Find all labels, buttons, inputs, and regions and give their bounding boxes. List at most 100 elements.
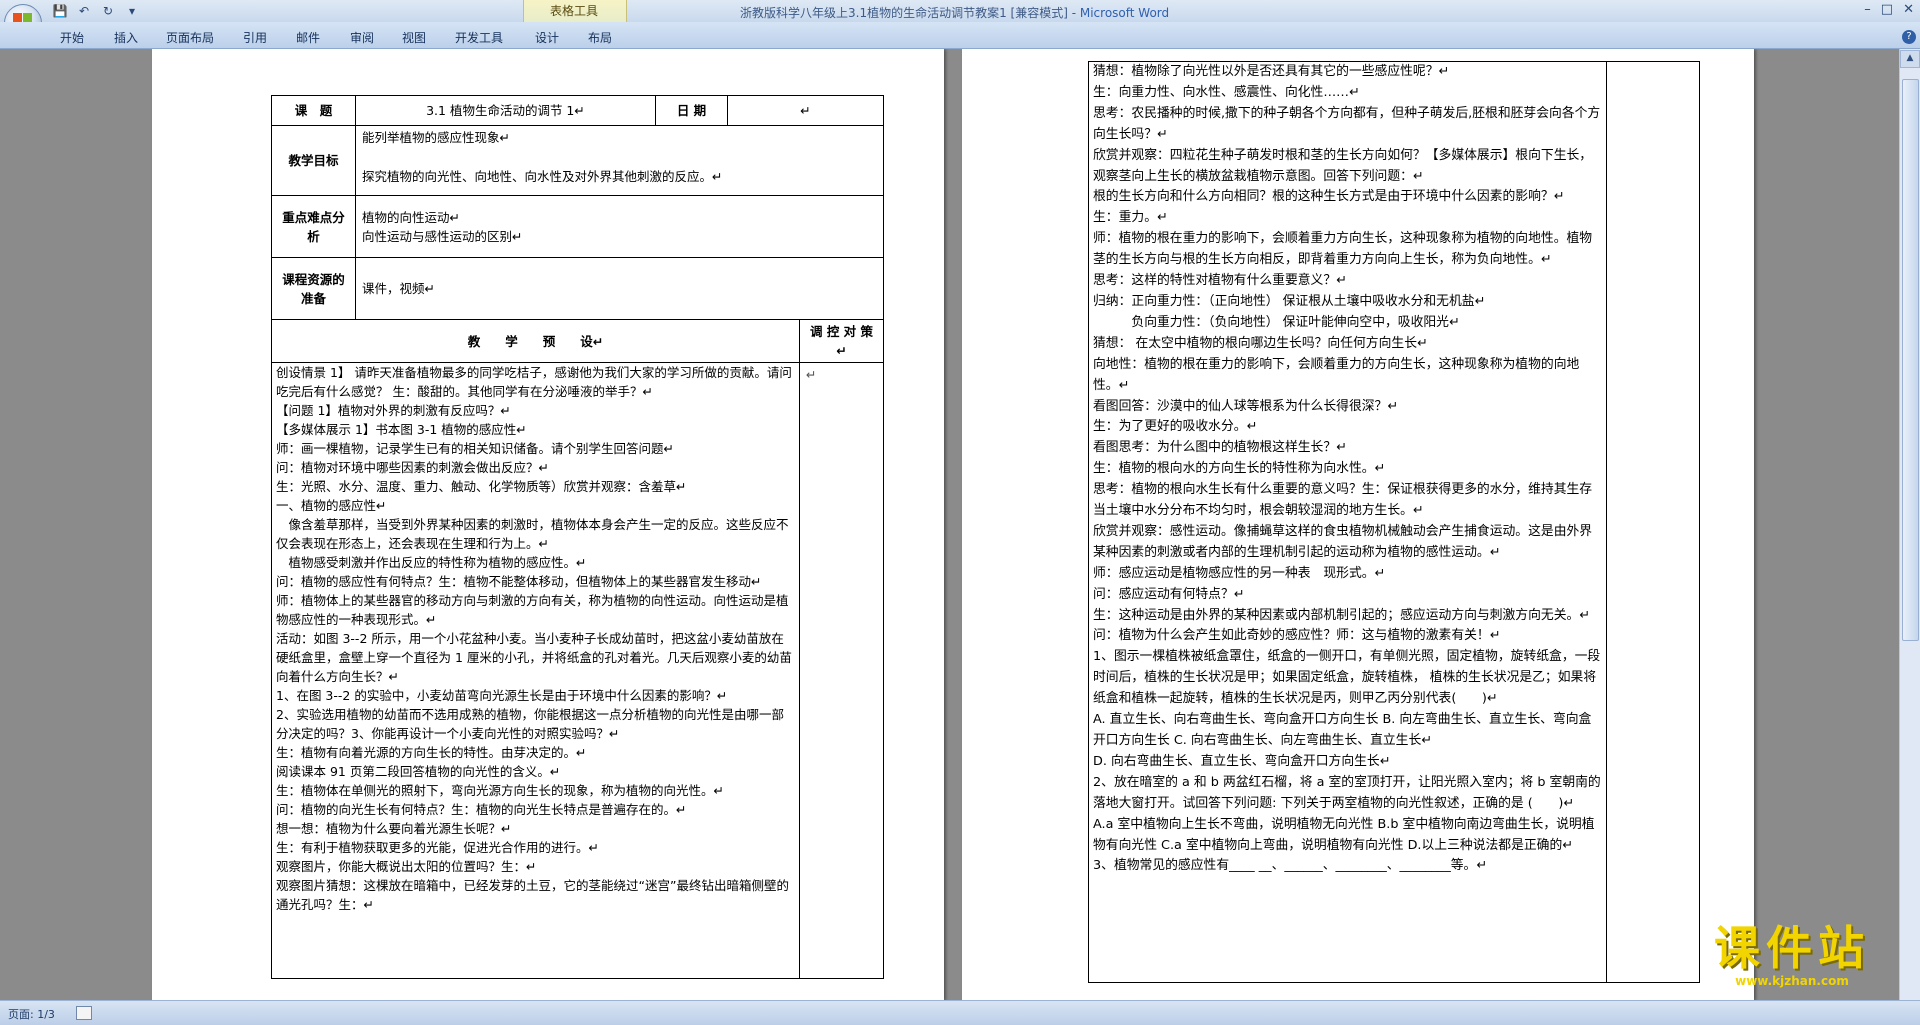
focus-line: 植物的向性运动↵ — [362, 209, 460, 225]
body-paragraph: 活动：如图 3--2 所示，用一个小花盆种小麦。当小麦种子长成幼苗时，把这盆小麦… — [276, 631, 792, 684]
scroll-up-icon[interactable]: ▲ — [1900, 50, 1920, 68]
proofing-icon[interactable] — [76, 1006, 92, 1020]
control-strategy-header: 调 控 对 策↵ — [798, 319, 885, 363]
date-label: 日 期 — [655, 95, 728, 126]
body-paragraph: 猜想： 在太空中植物的根向哪边生长吗？向任何方向生长↵ — [1093, 335, 1428, 351]
focus-cell[interactable]: 植物的向性运动↵ 向性运动与感性运动的区别↵ — [354, 195, 885, 258]
body-paragraph: 思考：这样的特性对植物有什么重要意义？↵ — [1093, 273, 1347, 289]
tab-review[interactable]: 审阅 — [350, 29, 374, 46]
customize-toolbar-icon[interactable]: ▾ — [124, 3, 140, 19]
table-tools-label: 表格工具 — [549, 4, 598, 18]
tab-home[interactable]: 开始 — [60, 29, 84, 46]
body-paragraph: 植物感受刺激并作出反应的特性称为植物的感应性。↵ — [276, 555, 587, 570]
body-paragraph: 欣赏并观察：四粒花生种子萌发时根和茎的生长方向如何？【多媒体展示】根向下生长，观… — [1093, 147, 1593, 184]
scrollbar-thumb[interactable] — [1902, 79, 1919, 641]
save-icon[interactable]: 💾 — [52, 3, 68, 19]
goals-label: 教学目标 — [271, 125, 356, 196]
site-watermark: 课件站 www.kjzhan.com — [1672, 922, 1912, 988]
body-paragraph: 师：画一棵植物，记录学生已有的相关知识储备。请个别学生回答问题↵ — [276, 441, 674, 456]
body-paragraph: 1、图示一棵植株被纸盒罩住，纸盒的一侧开口，有单侧光照，固定植物，旋转纸盒，一段… — [1093, 649, 1601, 707]
goals-cell[interactable]: 能列举植物的感应性现象↵ 探究植物的向光性、向地性、向水性及对外界其他刺激的反应… — [354, 125, 885, 196]
tab-design[interactable]: 设计 — [535, 29, 559, 46]
topic-label: 课 题 — [271, 95, 356, 126]
tab-page-layout[interactable]: 页面布局 — [166, 29, 214, 46]
body-paragraph: 【多媒体展示 1】书本图 3-1 植物的感应性↵ — [276, 422, 527, 437]
window-title: 浙教版科学八年级上3.1植物的生命活动调节教案1 [兼容模式] - Micros… — [740, 4, 1169, 21]
body-paragraph: 师：植物体上的某些器官的移动方向与刺激的方向有关，称为植物的向性运动。向性运动是… — [276, 593, 789, 627]
body-paragraph: 阅读课本 91 页第二段回答植物的向光性的含义。↵ — [276, 764, 561, 779]
body-paragraph: 生：这种运动是由外界的某种因素或内部机制引起的；感应运动方向与刺激方向无关。↵ — [1093, 607, 1591, 623]
resources-label: 课程资源的准备 — [271, 257, 356, 320]
control-strategy-cell[interactable]: ↵ — [798, 362, 885, 979]
tab-layout[interactable]: 布局 — [588, 29, 612, 46]
body-paragraph: 负向重力性：（负向地性） 保证叶能伸向空中，吸收阳光↵ — [1093, 314, 1460, 330]
page-count[interactable]: 页面: 1/3 — [8, 1006, 55, 1022]
body-paragraph: 归纳：正向重力性：（正向地性） 保证根从土壤中吸收水分和无机盐↵ — [1093, 293, 1486, 309]
body-paragraph: 生：植物的根向水的方向生长的特性称为向水性。↵ — [1093, 461, 1386, 477]
control-strategy-cell-continued[interactable] — [1606, 61, 1700, 983]
body-paragraph: 像含羞草那样，当受到外界某种因素的刺激时，植物体本身会产生一定的反应。这些反应不… — [276, 517, 789, 551]
body-paragraph: 生：光照、水分、温度、重力、触动、化学物质等）欣赏并观察：含羞草↵ — [276, 479, 687, 494]
undo-icon[interactable]: ↶ — [76, 3, 92, 19]
tab-developer[interactable]: 开发工具 — [455, 29, 503, 46]
tab-mailings[interactable]: 邮件 — [296, 29, 320, 46]
lesson-plan-table: 课 题 3.1 植物生命活动的调节 1↵ 日 期 ↵ 教学目标 能列举植物的感应… — [271, 95, 885, 979]
quick-access-toolbar: 💾 ↶ ↻ ▾ — [52, 3, 140, 19]
body-paragraph: 思考：农民播种的时候,撒下的种子朝各个方向都有，但种子萌发后,胚根和胚芽会向各个… — [1093, 105, 1601, 142]
ribbon-tab-bar — [0, 22, 1920, 49]
teaching-preview-body[interactable]: 创设情景 1】 请昨天准备植物最多的同学吃桔子，感谢他为我们大家的学习所做的贡献… — [271, 362, 800, 979]
lesson-plan-table-continued: 猜想：植物除了向光性以外是否还具有其它的一些感应性呢？↵ 生：向重力性、向水性、… — [1088, 61, 1700, 983]
preview-text: 创设情景 1】 请昨天准备植物最多的同学吃桔子，感谢他为我们大家的学习所做的贡献… — [276, 364, 795, 978]
body-paragraph: A.a 室中植物向上生长不弯曲，说明植物无向光性 B.b 室中植物向南边弯曲生长… — [1093, 816, 1595, 853]
tab-view[interactable]: 视图 — [402, 29, 426, 46]
body-paragraph: 观察图片，你能大概说出太阳的位置吗？生：↵ — [276, 859, 537, 874]
app-name: Microsoft Word — [1079, 6, 1170, 20]
body-paragraph: 向地性：植物的根在重力的影响下，会顺着重力的方向生长，这种现象称为植物的向地性。… — [1093, 356, 1580, 393]
preview-text-continued: 猜想：植物除了向光性以外是否还具有其它的一些感应性呢？↵ 生：向重力性、向水性、… — [1093, 63, 1602, 982]
body-paragraph: 问：植物的向光生长有何特点？生：植物的向光生长特点是普遍存在的。↵ — [276, 802, 687, 817]
minimize-icon[interactable]: – — [1864, 2, 1871, 17]
body-paragraph: 生：为了更好的吸收水分。↵ — [1093, 419, 1258, 435]
page-2: 猜想：植物除了向光性以外是否还具有其它的一些感应性呢？↵ 生：向重力性、向水性、… — [962, 49, 1754, 1001]
goal-line: 能列举植物的感应性现象↵ — [362, 130, 510, 145]
body-paragraph: D. 向右弯曲生长、直立生长、弯向盒开口方向生长↵ — [1093, 753, 1391, 769]
tab-references[interactable]: 引用 — [243, 29, 267, 46]
body-paragraph: 2、实验选用植物的幼苗而不选用成熟的植物，你能根据这一点分析植物的向光性是由哪一… — [276, 707, 784, 741]
status-bar: 页面: 1/3 — [0, 1000, 1920, 1025]
vertical-scrollbar[interactable]: ▲ — [1899, 49, 1920, 1001]
paragraph-mark: ↵ — [806, 367, 817, 382]
body-paragraph: 3、植物常见的感应性有____ __、______、________、_____… — [1093, 858, 1488, 874]
body-paragraph: 生：重力。↵ — [1093, 210, 1168, 226]
topic-value[interactable]: 3.1 植物生命活动的调节 1↵ — [355, 95, 656, 126]
body-paragraph: 看图回答：沙漠中的仙人球等根系为什么长得很深？↵ — [1093, 398, 1399, 414]
body-paragraph: 1、在图 3--2 的实验中，小麦幼苗弯向光源生长是由于环境中什么因素的影响？↵ — [276, 688, 728, 703]
body-paragraph: 欣赏并观察：感性运动。像捕蝇草这样的食虫植物机械触动会产生捕食运动。这是由外界某… — [1093, 523, 1593, 560]
body-paragraph: 猜想：植物除了向光性以外是否还具有其它的一些感应性呢？↵ — [1093, 64, 1450, 79]
help-icon[interactable]: ? — [1902, 30, 1916, 44]
teaching-preview-header: 教 学 预 设↵ — [271, 319, 800, 363]
body-paragraph: 师：植物的根在重力的影响下，会顺着重力方向生长，这种现象称为植物的向地性。植物茎… — [1093, 231, 1593, 268]
body-paragraph: 生：有利于植物获取更多的光能，促进光合作用的进行。↵ — [276, 840, 599, 855]
body-paragraph: 生：植物体在单侧光的照射下，弯向光源方向生长的现象，称为植物的向光性。↵ — [276, 783, 724, 798]
body-paragraph: 想一想：植物为什么要向着光源生长呢？↵ — [276, 821, 512, 836]
close-icon[interactable]: ✕ — [1903, 2, 1914, 17]
body-paragraph: 思考：植物的根向水生长有什么重要的意义吗？生：保证根获得更多的水分，维持其生存当… — [1093, 482, 1593, 519]
date-value[interactable]: ↵ — [726, 95, 885, 126]
restore-icon[interactable]: □ — [1881, 2, 1893, 17]
body-paragraph: 师：感应运动是植物感应性的另一种表 现形式。↵ — [1093, 565, 1386, 581]
redo-icon[interactable]: ↻ — [100, 3, 116, 19]
watermark-logo: 课件站 — [1714, 921, 1870, 975]
focus-label: 重点难点分析 — [271, 195, 356, 258]
watermark-url: www.kjzhan.com — [1735, 974, 1849, 988]
body-paragraph: 【问题 1】植物对外界的刺激有反应吗？↵ — [276, 403, 511, 418]
document-title: 浙教版科学八年级上3.1植物的生命活动调节教案1 [兼容模式] - — [740, 6, 1080, 20]
resources-value[interactable]: 课件，视频↵ — [354, 257, 885, 320]
tab-insert[interactable]: 插入 — [114, 29, 138, 46]
goal-line: 探究植物的向光性、向地性、向水性及对外界其他刺激的反应。↵ — [362, 169, 723, 184]
teaching-preview-body-continued[interactable]: 猜想：植物除了向光性以外是否还具有其它的一些感应性呢？↵ 生：向重力性、向水性、… — [1088, 61, 1607, 983]
body-paragraph: 问：植物的感应性有何特点？生：植物不能整体移动，但植物体上的某些器官发生移动↵ — [276, 574, 762, 589]
focus-line: 向性运动与感性运动的区别↵ — [362, 228, 523, 244]
body-paragraph: 创设情景 1】 请昨天准备植物最多的同学吃桔子，感谢他为我们大家的学习所做的贡献… — [276, 365, 792, 399]
body-paragraph: 生：植物有向着光源的方向生长的特性。由芽决定的。↵ — [276, 745, 587, 760]
body-paragraph: 问：植物对环境中哪些因素的刺激会做出反应？↵ — [276, 460, 549, 475]
